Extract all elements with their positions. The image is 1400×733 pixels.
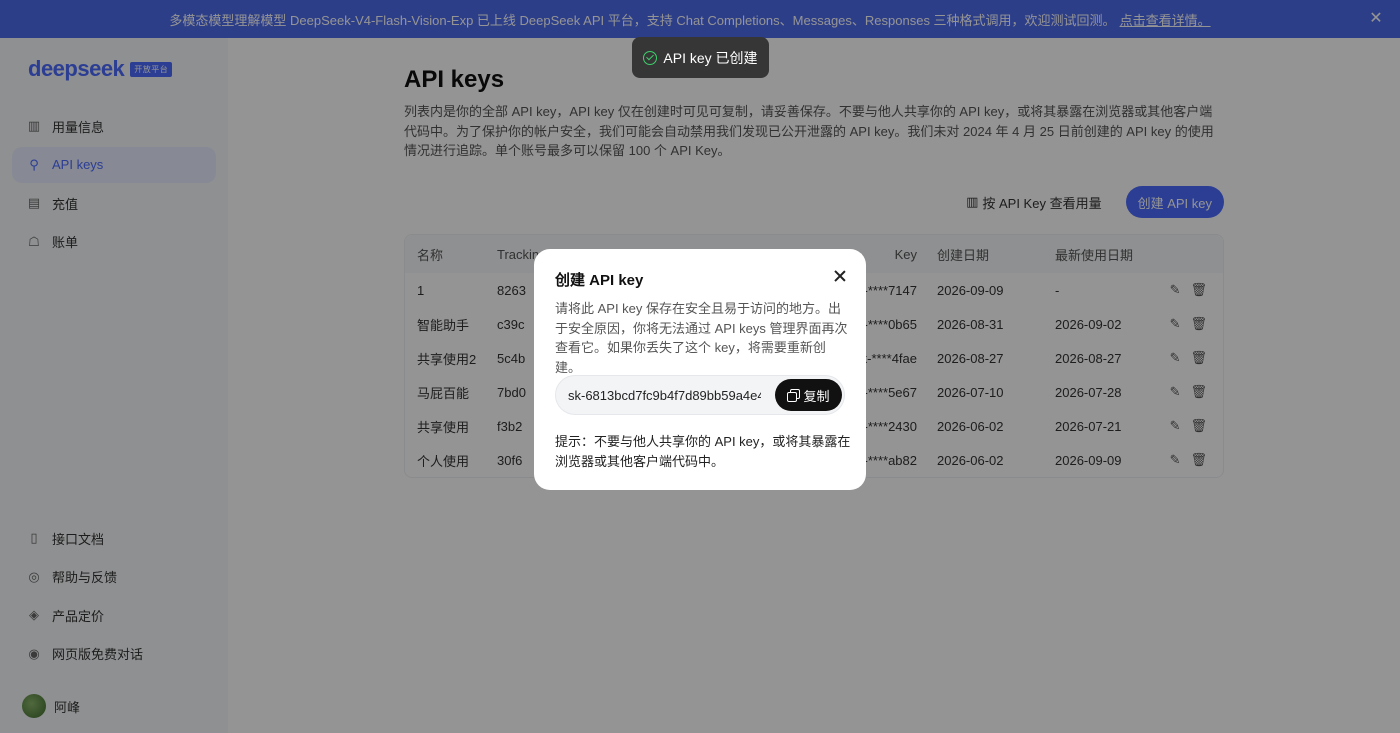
dialog-tip: 提示：不要与他人共享你的 API key，或将其暴露在浏览器或其他客户端代码中。 [555,434,851,469]
copy-button[interactable]: 复制 [775,379,842,411]
dialog-description: 请将此 API key 保存在安全且易于访问的地方。出于安全原因，你将无法通过 … [555,301,848,375]
api-key-field: 复制 [555,375,845,415]
copy-icon [787,389,801,402]
api-key-input[interactable] [568,376,761,414]
check-circle-icon [643,50,658,65]
copy-button-label: 复制 [803,388,830,404]
toast-text: API key 已创建 [663,49,758,66]
close-icon[interactable] [832,268,848,284]
dialog-title: 创建 API key [555,272,644,289]
create-api-key-dialog: 创建 API key 请将此 API key 保存在安全且易于访问的地方。出于安… [534,249,866,490]
success-toast: API key 已创建 [632,37,769,78]
